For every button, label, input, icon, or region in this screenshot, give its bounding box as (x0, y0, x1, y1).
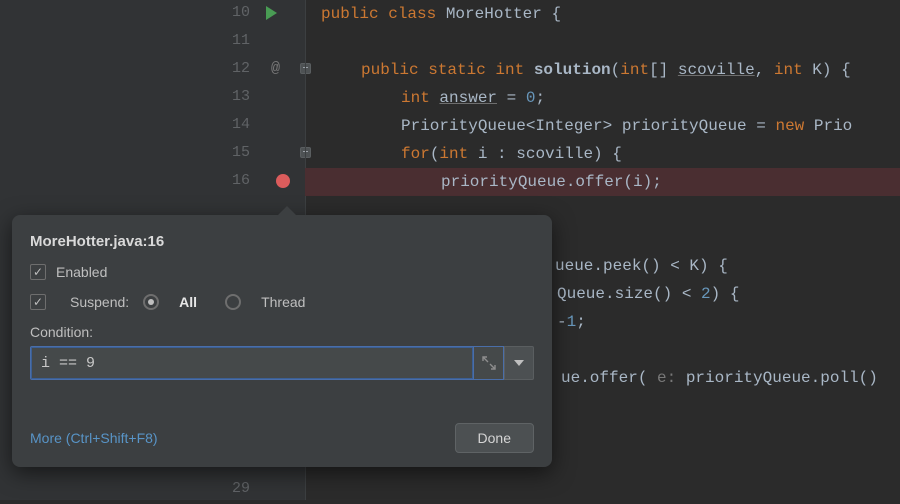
gutter-line: 16 (0, 168, 305, 196)
code-line: public class MoreHotter { (305, 0, 900, 28)
suspend-label: Suspend: (70, 294, 129, 310)
line-number: 29 (232, 480, 250, 497)
gutter-line: 10 (0, 0, 305, 28)
expand-icon[interactable] (474, 346, 504, 380)
enabled-label: Enabled (56, 264, 107, 280)
enabled-checkbox[interactable] (30, 264, 46, 280)
gutter-line: 15 (0, 140, 305, 168)
gutter-line: 14 (0, 112, 305, 140)
line-number: 11 (232, 32, 250, 49)
code-line: int answer = 0; (305, 84, 900, 112)
line-number: 16 (232, 172, 250, 189)
code-line: public static int solution(int[] scovill… (305, 56, 900, 84)
run-icon[interactable] (266, 6, 277, 20)
suspend-thread-radio[interactable] (225, 294, 241, 310)
breakpoint-icon[interactable] (276, 174, 290, 188)
gutter-line: 11 (0, 28, 305, 56)
more-link[interactable]: More (Ctrl+Shift+F8) (30, 430, 158, 446)
line-number: 15 (232, 144, 250, 161)
line-number: 12 (232, 60, 250, 77)
popup-arrow-icon (277, 206, 297, 216)
condition-label: Condition: (30, 324, 534, 340)
breakpoint-popup: MoreHotter.java:16 Enabled Suspend: All … (12, 215, 552, 467)
suspend-all-radio[interactable] (143, 294, 159, 310)
gutter-line: 13 (0, 84, 305, 112)
line-number: 10 (232, 4, 250, 21)
condition-field-wrap (30, 346, 534, 380)
done-button[interactable]: Done (455, 423, 534, 453)
code-line: for(int i : scoville) { (305, 140, 900, 168)
condition-history-dropdown[interactable] (504, 346, 534, 380)
suspend-row: Suspend: All Thread (30, 294, 534, 310)
line-number: 14 (232, 116, 250, 133)
popup-footer: More (Ctrl+Shift+F8) Done (30, 423, 534, 453)
enabled-row: Enabled (30, 264, 534, 280)
gutter-line: 12 @ (0, 56, 305, 84)
suspend-thread-label: Thread (261, 294, 305, 310)
code-line-breakpoint: priorityQueue.offer(i); (305, 168, 900, 196)
override-icon[interactable]: @ (271, 60, 280, 77)
suspend-checkbox[interactable] (30, 294, 46, 310)
line-number: 13 (232, 88, 250, 105)
code-line: PriorityQueue<Integer> priorityQueue = n… (305, 112, 900, 140)
popup-title: MoreHotter.java:16 (30, 233, 534, 250)
suspend-all-label: All (179, 294, 197, 310)
condition-input[interactable] (30, 346, 474, 380)
